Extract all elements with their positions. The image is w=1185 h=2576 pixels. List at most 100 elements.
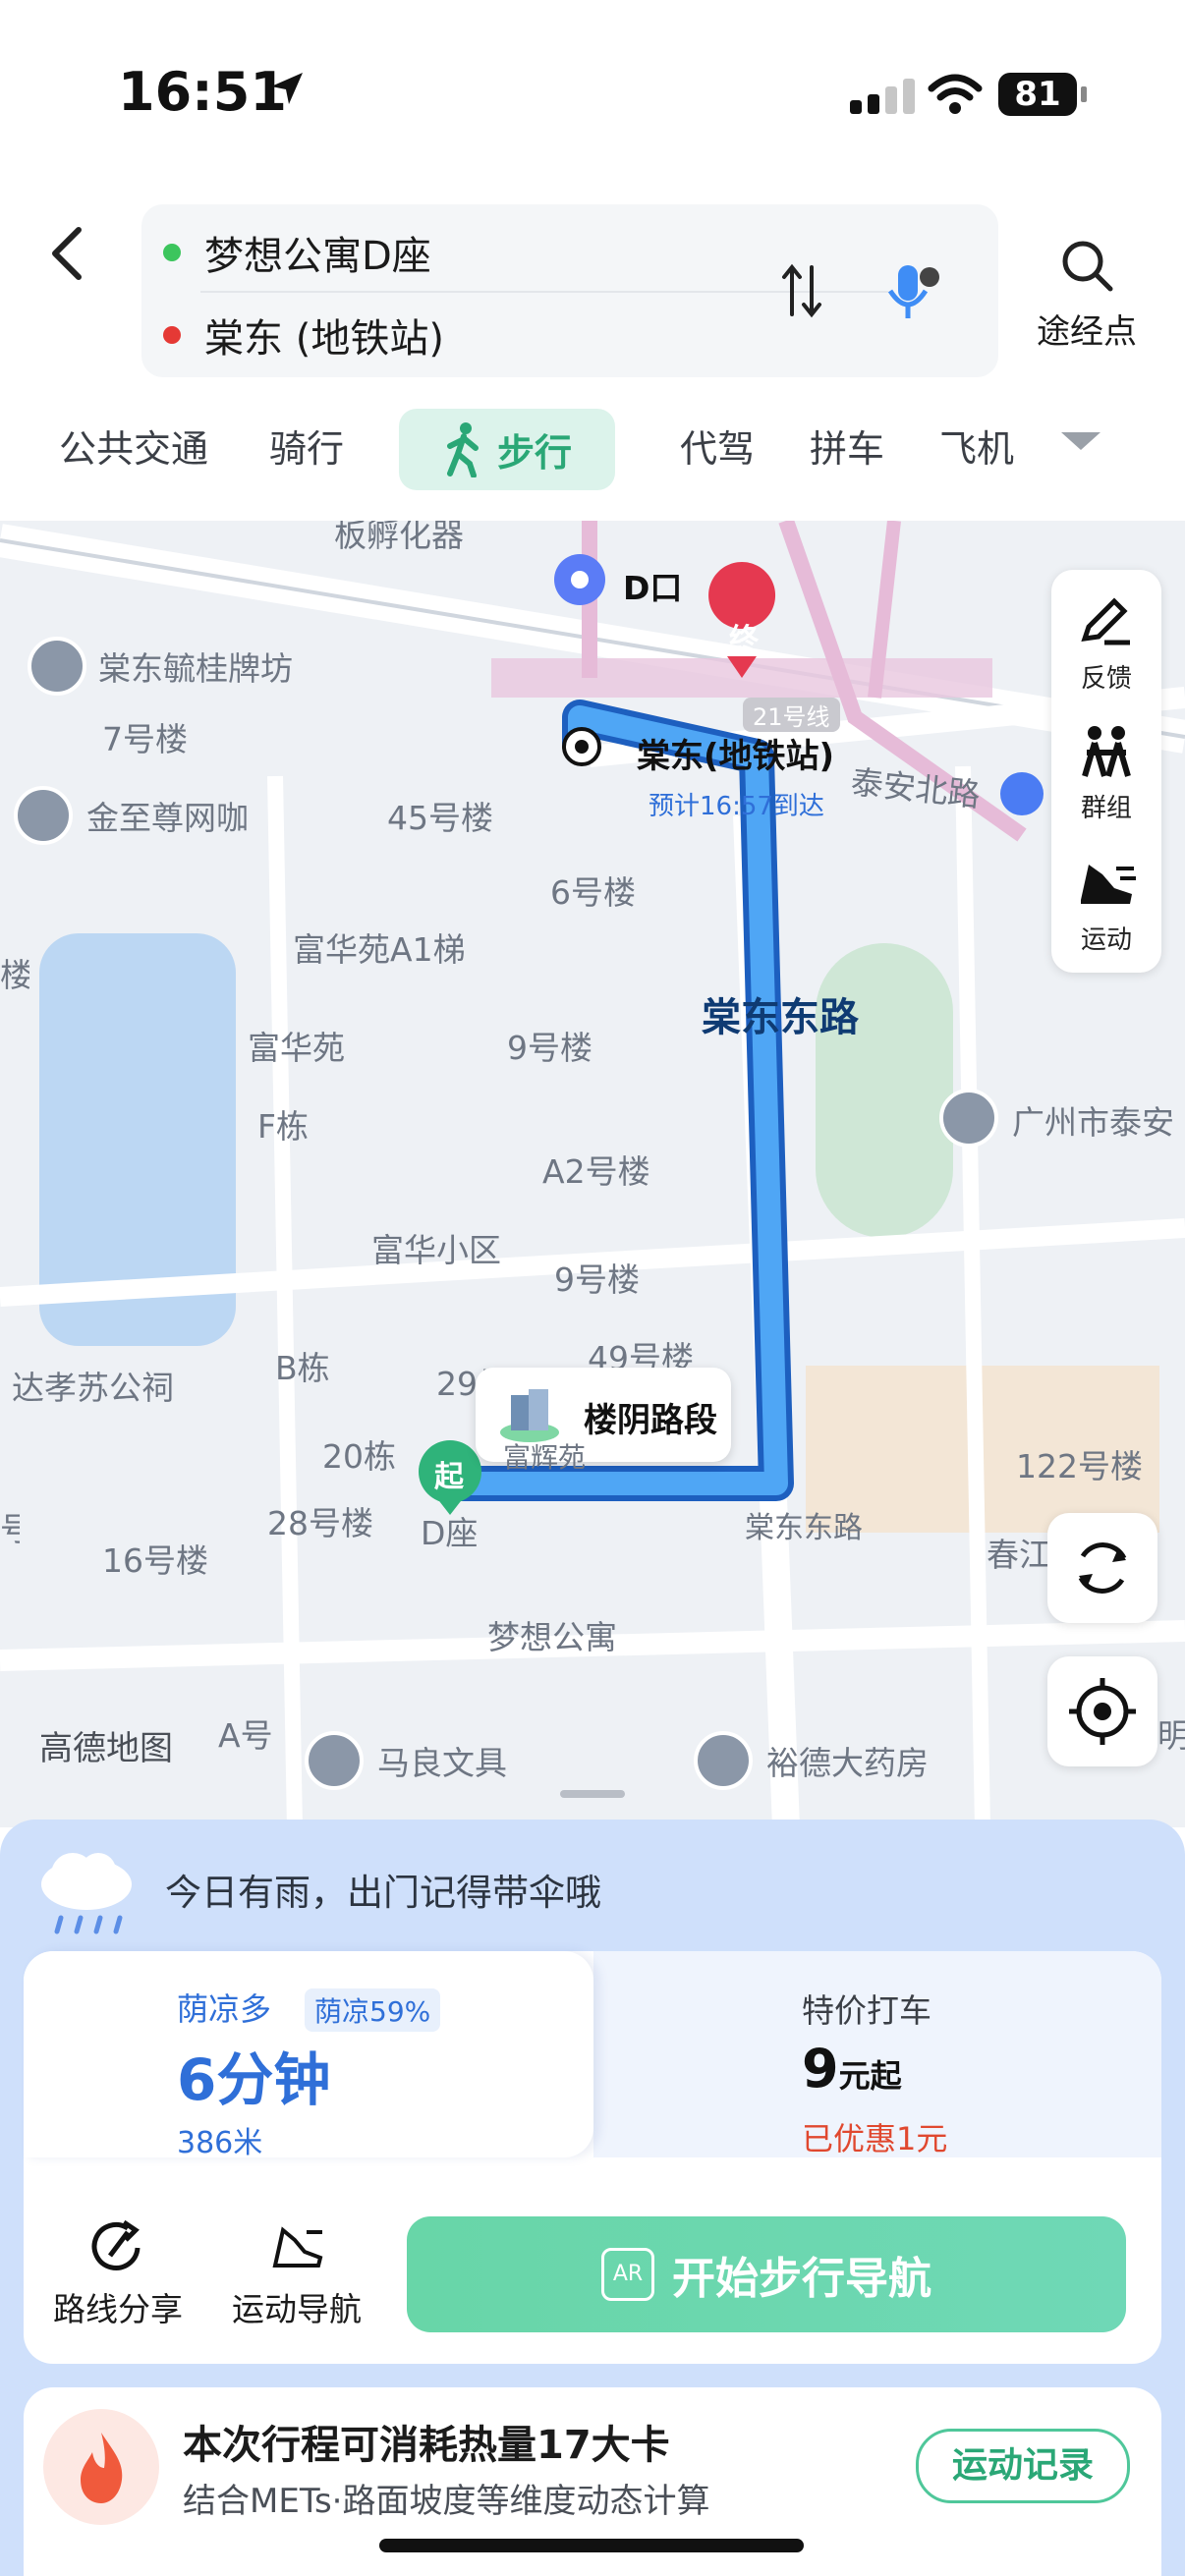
route-distance: 386米	[177, 2126, 263, 2160]
status-time: 16:51	[118, 61, 287, 123]
tab-flight[interactable]: 飞机	[939, 419, 1018, 473]
tab-carpool[interactable]: 拼车	[810, 419, 884, 473]
tab-walking[interactable]: 步行	[399, 409, 616, 490]
ar-icon: AR	[601, 2248, 654, 2301]
map-label: 裕德大药房	[766, 1744, 929, 1782]
shaded-segment-label: 楼阴路段	[584, 1401, 717, 1440]
running-shoe-icon	[272, 2226, 323, 2268]
map-label: 9号楼	[554, 1260, 640, 1299]
map-label: 明	[1157, 1716, 1185, 1755]
map-label: 45号楼	[387, 799, 493, 837]
transport-mode-tabs: 公共交通 骑行 步行 代驾 拼车 飞机	[0, 403, 1185, 501]
map-label: B栋	[275, 1349, 330, 1387]
pharmacy-icon	[694, 1731, 753, 1790]
group-button[interactable]: 群组	[1051, 709, 1161, 824]
internet-cafe-icon	[14, 786, 73, 845]
shade-tag: 荫凉多	[177, 1990, 272, 2028]
map-label: A2号楼	[542, 1152, 650, 1191]
taxi-label: 特价打车	[802, 1991, 931, 2030]
waypoint-label: 途经点	[1037, 312, 1137, 352]
route-input-box: 梦想公寓D座 棠东 (地铁站)	[141, 204, 998, 377]
route-share-label: 路线分享	[53, 2290, 183, 2328]
sport-navigation-label: 运动导航	[232, 2290, 362, 2328]
waypoint-button[interactable]: 途经点	[1028, 236, 1146, 353]
running-shoe-icon	[1081, 865, 1136, 904]
end-marker: 终	[729, 623, 759, 657]
building-icon	[500, 1389, 559, 1442]
map-label: 达孝苏公祠	[12, 1369, 174, 1407]
map-label: A号	[218, 1716, 273, 1755]
school-icon	[939, 1089, 998, 1148]
locate-me-button[interactable]	[1047, 1656, 1157, 1766]
tab-walking-label: 步行	[497, 431, 573, 475]
sport-navigation-button[interactable]: 运动导航	[232, 2218, 362, 2330]
amap-logo: 高德地图	[39, 1729, 173, 1768]
start-nav-label: 开始步行导航	[672, 2254, 931, 2304]
sport-record-button[interactable]: 运动记录	[916, 2429, 1130, 2503]
group-label: 群组	[1080, 794, 1132, 823]
status-bar: 16:51 81	[0, 0, 1185, 196]
more-tabs-chevron-icon[interactable]	[1061, 432, 1100, 450]
sport-button[interactable]: 运动	[1051, 841, 1161, 956]
destination-station-label: 棠东(地铁站)	[637, 737, 835, 776]
map-label: 板孵化器	[334, 521, 464, 554]
sheet-drag-handle[interactable]	[560, 1790, 625, 1798]
map-label: 富华苑	[248, 1029, 345, 1067]
taxi-discount: 已优惠1元	[802, 2120, 948, 2157]
back-button[interactable]	[47, 224, 86, 283]
location-arrow-icon	[271, 73, 303, 104]
map-label: 20栋	[322, 1437, 396, 1476]
cellular-signal-icon	[850, 79, 921, 114]
metro-line-badge: 21号线	[743, 698, 840, 732]
sport-label: 运动	[1080, 925, 1132, 955]
wifi-icon	[928, 74, 983, 114]
battery-indicator: 81	[998, 73, 1087, 116]
start-marker: 起	[434, 1460, 464, 1494]
shade-percent-badge: 荫凉59%	[305, 1988, 441, 2032]
map-label: 棠东毓桂牌坊	[98, 649, 293, 688]
destination-field[interactable]: 棠东 (地铁站)	[204, 307, 444, 364]
map-label: 号楼	[0, 1510, 20, 1548]
map-tools-panel: 反馈 群组 运动	[1051, 570, 1161, 973]
group-icon	[1082, 726, 1131, 777]
map-view[interactable]: 板孵化器 D口 棠东毓桂牌坊 7号楼 21号线 棠东(地铁站) 预计16:57到…	[0, 521, 1185, 1827]
stationery-shop-icon	[305, 1731, 364, 1790]
start-walking-navigation-button[interactable]: AR 开始步行导航	[407, 2216, 1126, 2332]
map-label: 9号楼	[507, 1029, 592, 1067]
share-icon	[91, 2219, 141, 2270]
map-label: 富华苑A1梯	[293, 930, 466, 969]
weather-tip: 今日有雨，出门记得带伞哦	[165, 1872, 601, 1914]
map-label: 梦想公寓	[487, 1618, 617, 1656]
calorie-subtitle: 结合METs·路面坡度等维度动态计算	[183, 2482, 710, 2521]
route-share-button[interactable]: 路线分享	[53, 2218, 183, 2330]
taxi-price-unit: 元起	[838, 2057, 902, 2095]
tab-designated-driver[interactable]: 代驾	[680, 419, 755, 473]
tab-public-transit[interactable]: 公共交通	[59, 419, 208, 473]
map-label: 广州市泰安	[1012, 1103, 1174, 1142]
map-label: 16号楼	[102, 1541, 208, 1580]
home-indicator	[379, 2539, 804, 2552]
flame-icon	[43, 2409, 159, 2525]
map-label: 富辉苑	[503, 1441, 587, 1474]
map-label: F栋	[257, 1107, 309, 1146]
swap-route-icon[interactable]	[780, 263, 823, 318]
walking-person-icon	[447, 422, 479, 477]
rotate-view-button[interactable]	[1047, 1513, 1157, 1623]
taxi-price-value: 9	[802, 2038, 839, 2100]
origin-dot	[163, 244, 181, 261]
rain-cloud-icon	[41, 1853, 132, 1934]
map-label-exit-d: D口	[623, 569, 683, 607]
map-label: 富华小区	[371, 1231, 501, 1269]
map-label: 28号楼	[267, 1504, 373, 1542]
destination-dot	[163, 326, 181, 344]
feedback-button[interactable]: 反馈	[1051, 580, 1161, 695]
voice-input-icon[interactable]	[886, 257, 945, 326]
route-duration: 6分钟	[177, 2046, 331, 2113]
road-label-route: 棠东东路	[702, 995, 859, 1040]
origin-field[interactable]: 梦想公寓D座	[204, 224, 431, 281]
tab-cycling[interactable]: 骑行	[269, 419, 344, 473]
road-label: 棠东东路	[745, 1511, 863, 1545]
feedback-label: 反馈	[1080, 664, 1132, 694]
taxi-price: 9元起	[802, 2038, 902, 2100]
map-label: 7号楼	[102, 720, 188, 758]
